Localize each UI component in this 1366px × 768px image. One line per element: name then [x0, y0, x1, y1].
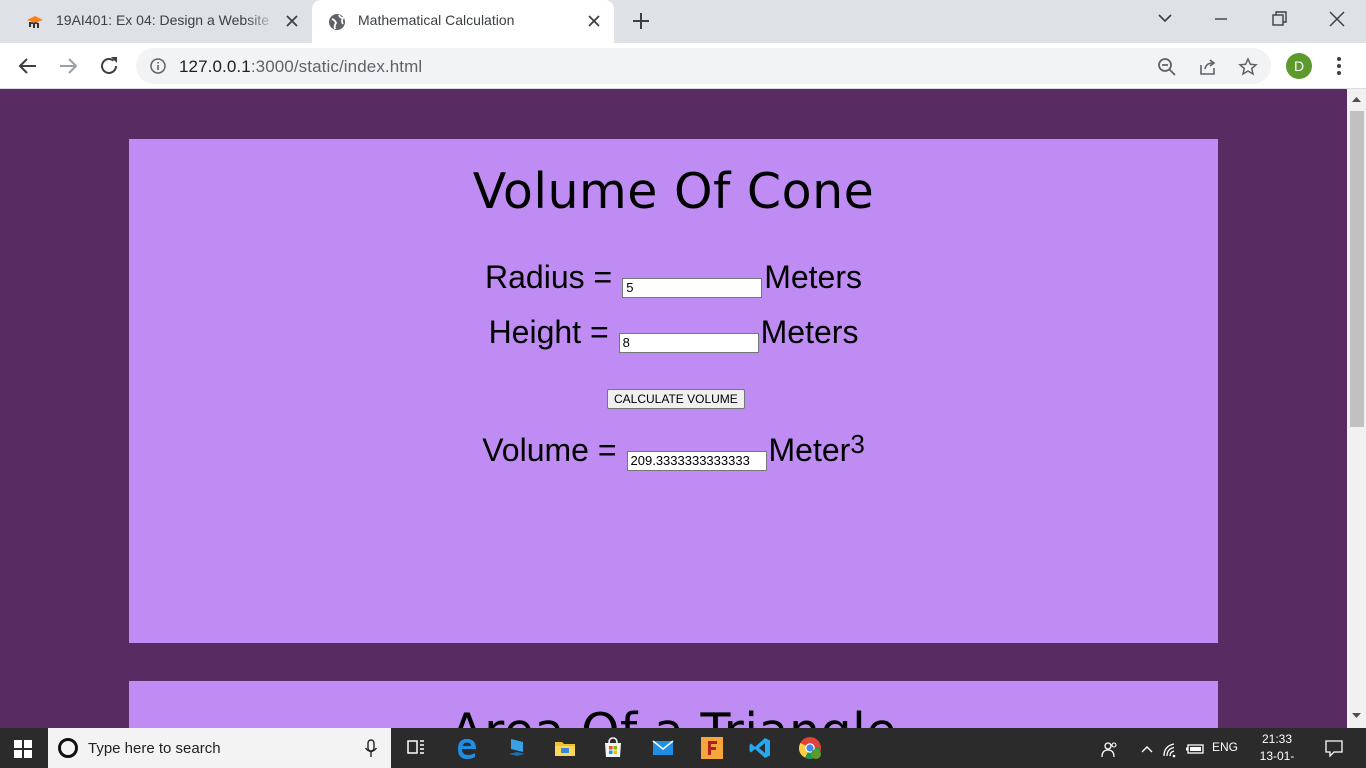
vscode-icon[interactable]: [748, 736, 772, 760]
height-input[interactable]: [618, 332, 759, 353]
mail-icon[interactable]: [651, 736, 675, 760]
tab-strip: 19AI401: Ex 04: Design a Website Mathema…: [0, 0, 1366, 43]
restore-icon[interactable]: [1264, 6, 1294, 32]
more-menu-icon[interactable]: [1330, 55, 1348, 77]
reload-icon[interactable]: [97, 54, 121, 78]
radius-row: Radius = Meters: [129, 259, 1218, 298]
radius-unit: Meters: [764, 259, 862, 295]
url-text[interactable]: 127.0.0.1:3000/static/index.html: [179, 57, 422, 77]
triangle-title: Area Of a Triangle: [129, 703, 1218, 728]
cortana-icon: [58, 738, 78, 758]
close-tab-icon[interactable]: [282, 11, 302, 31]
minimize-icon[interactable]: [1206, 6, 1236, 32]
clock-time: 21:33: [1261, 732, 1293, 746]
file-explorer-icon[interactable]: [553, 736, 577, 760]
volume-unit: Meter3: [768, 429, 865, 469]
volume-unit-exponent: 3: [850, 429, 865, 459]
volume-output[interactable]: [626, 450, 767, 471]
filezilla-icon[interactable]: [700, 736, 724, 760]
page-viewport: Volume Of Cone Radius = Meters Height = …: [0, 89, 1347, 728]
computer-icon[interactable]: [505, 736, 529, 760]
share-icon[interactable]: [1198, 57, 1218, 77]
input-language-indicator[interactable]: ENG: [1212, 740, 1238, 754]
edge-browser-icon[interactable]: [455, 736, 479, 760]
battery-icon[interactable]: [1185, 740, 1205, 758]
page-scrollbar[interactable]: [1347, 89, 1366, 728]
show-hidden-icons-chevron-icon[interactable]: [1139, 740, 1155, 758]
browser-toolbar: 127.0.0.1:3000/static/index.html D: [0, 43, 1366, 89]
forward-arrow-icon[interactable]: [56, 54, 80, 78]
chrome-icon[interactable]: [798, 736, 822, 760]
clock-date: 13-01-2022: [1259, 749, 1295, 768]
windows-taskbar: Type here to search ENG 21:33 13-01-: [0, 728, 1366, 768]
scroll-up-arrow-icon[interactable]: [1351, 95, 1362, 103]
cone-title: Volume Of Cone: [472, 163, 875, 220]
system-clock[interactable]: 21:33 13-01-2022: [1248, 731, 1306, 768]
height-unit: Meters: [760, 314, 859, 350]
moodle-hat-icon: [27, 16, 43, 28]
windows-start-icon[interactable]: [14, 740, 32, 758]
url-path: :3000/static/index.html: [250, 57, 423, 76]
site-info-icon[interactable]: [150, 58, 166, 74]
scrollbar-thumb[interactable]: [1350, 111, 1364, 427]
address-bar[interactable]: 127.0.0.1:3000/static/index.html: [136, 48, 1271, 84]
back-arrow-icon[interactable]: [16, 54, 40, 78]
task-view-icon[interactable]: [404, 736, 428, 760]
volume-label: Volume =: [482, 432, 617, 468]
tab-search-chevron-icon[interactable]: [1150, 6, 1180, 32]
triangle-area-card: Area Of a Triangle: [129, 681, 1218, 728]
url-host: 127.0.0.1: [179, 57, 251, 76]
bookmark-star-icon[interactable]: [1238, 57, 1258, 77]
volume-row: Volume = Meter3: [129, 429, 1218, 471]
scroll-down-arrow-icon[interactable]: [1351, 712, 1362, 720]
profile-avatar[interactable]: D: [1286, 53, 1312, 79]
notification-center-icon[interactable]: [1325, 739, 1343, 757]
tab-title: 19AI401: Ex 04: Design a Website: [56, 12, 269, 28]
new-tab-icon[interactable]: [630, 10, 652, 32]
cone-volume-card: Volume Of Cone Radius = Meters Height = …: [129, 139, 1218, 643]
tab-title: Mathematical Calculation: [358, 12, 515, 28]
volume-unit-text: Meter: [768, 432, 851, 468]
close-tab-icon[interactable]: [584, 11, 604, 31]
microphone-icon[interactable]: [364, 739, 378, 758]
zoom-out-icon[interactable]: [1157, 57, 1177, 77]
people-icon[interactable]: [1101, 740, 1119, 758]
radius-input[interactable]: [622, 277, 763, 298]
wifi-icon[interactable]: [1162, 740, 1180, 758]
search-placeholder: Type here to search: [88, 740, 221, 757]
globe-icon: [329, 14, 345, 30]
height-label: Height =: [488, 314, 609, 350]
calculate-volume-button[interactable]: CALCULATE VOLUME: [607, 389, 745, 409]
close-window-icon[interactable]: [1322, 6, 1352, 32]
radius-label: Radius =: [485, 259, 613, 295]
taskbar-search-box[interactable]: Type here to search: [48, 728, 391, 768]
height-row: Height = Meters: [129, 314, 1218, 353]
microsoft-store-icon[interactable]: [601, 736, 625, 760]
tab-exercise[interactable]: 19AI401: Ex 04: Design a Website: [10, 0, 308, 43]
tab-mathematical-calculation[interactable]: Mathematical Calculation: [312, 0, 614, 43]
